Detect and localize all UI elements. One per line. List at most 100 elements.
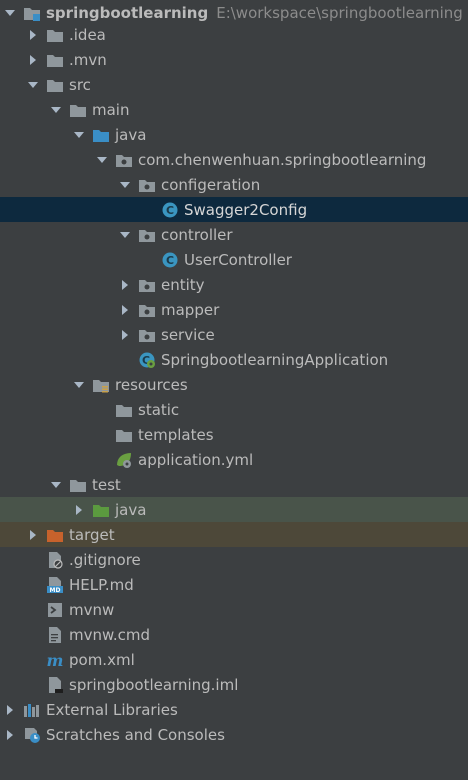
file-label: HELP.md — [69, 575, 134, 594]
tree-row-gitignore[interactable]: .gitignore — [0, 547, 468, 572]
tree-row-test[interactable]: test — [0, 472, 468, 497]
collapse-arrow-icon[interactable] — [2, 727, 18, 743]
collapse-arrow-icon[interactable] — [25, 52, 41, 68]
folder-label: src — [69, 75, 91, 94]
tree-row-static[interactable]: static — [0, 397, 468, 422]
expand-arrow-icon[interactable] — [48, 477, 64, 493]
folder-label: main — [92, 100, 130, 119]
tree-row-mvnw-cmd[interactable]: mvnw.cmd — [0, 622, 468, 647]
tree-row-target[interactable]: target — [0, 522, 468, 547]
scratches-icon — [23, 726, 41, 744]
expand-arrow-icon[interactable] — [48, 102, 64, 118]
project-tree: springbootlearning E:\workspace\springbo… — [0, 0, 468, 780]
tree-row-entity[interactable]: entity — [0, 272, 468, 297]
folder-label: .mvn — [69, 50, 107, 69]
resources-folder-icon — [92, 376, 110, 394]
folder-label: java — [115, 125, 147, 144]
folder-icon — [46, 51, 64, 69]
svg-text:C: C — [166, 204, 174, 217]
module-file-icon — [46, 676, 64, 694]
ignore-file-icon — [46, 551, 64, 569]
class-label: UserController — [184, 250, 292, 269]
class-label: Swagger2Config — [184, 200, 308, 219]
folder-label: target — [69, 525, 115, 544]
expand-arrow-icon[interactable] — [117, 227, 133, 243]
tree-row-idea[interactable]: .idea — [0, 22, 468, 47]
class-label: SpringbootlearningApplication — [161, 350, 389, 369]
class-icon: C — [161, 201, 179, 219]
collapse-arrow-icon[interactable] — [117, 302, 133, 318]
svg-text:m: m — [47, 651, 64, 669]
package-icon — [138, 276, 156, 294]
folder-label: resources — [115, 375, 188, 394]
folder-icon — [46, 26, 64, 44]
markdown-file-icon: MD — [46, 576, 64, 594]
folder-icon — [46, 76, 64, 94]
tree-row-usercontroller[interactable]: C UserController — [0, 247, 468, 272]
file-label: mvnw.cmd — [69, 625, 151, 644]
tree-row-templates[interactable]: templates — [0, 422, 468, 447]
libraries-icon — [23, 701, 41, 719]
tree-row-scratches[interactable]: Scratches and Consoles — [0, 722, 468, 747]
expand-arrow-icon[interactable] — [71, 127, 87, 143]
tree-row-application-yml[interactable]: application.yml — [0, 447, 468, 472]
folder-label: static — [138, 400, 180, 419]
expand-arrow-icon[interactable] — [94, 152, 110, 168]
text-file-icon — [46, 626, 64, 644]
tree-row-help-md[interactable]: MD HELP.md — [0, 572, 468, 597]
tree-row-swagger2config[interactable]: C Swagger2Config — [0, 197, 468, 222]
tree-row-main-java[interactable]: java — [0, 122, 468, 147]
expand-arrow-icon[interactable] — [2, 5, 18, 21]
test-source-folder-icon — [92, 501, 110, 519]
collapse-arrow-icon[interactable] — [25, 27, 41, 43]
tree-row-external-libraries[interactable]: External Libraries — [0, 697, 468, 722]
package-label: service — [161, 325, 215, 344]
folder-label: test — [92, 475, 121, 494]
tree-row-resources[interactable]: resources — [0, 372, 468, 397]
folder-label: templates — [138, 425, 214, 444]
package-icon — [138, 176, 156, 194]
tree-row-test-java[interactable]: java — [0, 497, 468, 522]
expand-arrow-icon[interactable] — [117, 177, 133, 193]
folder-label: .idea — [69, 25, 106, 44]
scratches-label: Scratches and Consoles — [46, 725, 225, 744]
class-icon: C — [161, 251, 179, 269]
file-label: springbootlearning.iml — [69, 675, 239, 694]
tree-row-application-class[interactable]: C SpringbootlearningApplication — [0, 347, 468, 372]
collapse-arrow-icon[interactable] — [25, 527, 41, 543]
folder-icon — [115, 401, 133, 419]
excluded-folder-icon — [46, 526, 64, 544]
tree-row-main[interactable]: main — [0, 97, 468, 122]
svg-text:C: C — [166, 254, 174, 267]
collapse-arrow-icon[interactable] — [117, 327, 133, 343]
tree-row-mapper[interactable]: mapper — [0, 297, 468, 322]
tree-row-pom-xml[interactable]: m pom.xml — [0, 647, 468, 672]
folder-icon — [69, 476, 87, 494]
package-label: entity — [161, 275, 205, 294]
tree-row-mvnw[interactable]: mvnw — [0, 597, 468, 622]
svg-text:MD: MD — [50, 587, 61, 594]
file-label: pom.xml — [69, 650, 135, 669]
tree-row-mvn[interactable]: .mvn — [0, 47, 468, 72]
external-libraries-label: External Libraries — [46, 700, 178, 719]
package-icon — [115, 151, 133, 169]
tree-row-controller[interactable]: controller — [0, 222, 468, 247]
spring-boot-class-icon: C — [138, 351, 156, 369]
package-icon — [138, 326, 156, 344]
tree-row-service[interactable]: service — [0, 322, 468, 347]
tree-row-configeration[interactable]: configeration — [0, 172, 468, 197]
package-icon — [138, 226, 156, 244]
expand-arrow-icon[interactable] — [71, 377, 87, 393]
tree-row-package[interactable]: com.chenwenhuan.springbootlearning — [0, 147, 468, 172]
expand-arrow-icon[interactable] — [25, 77, 41, 93]
file-label: .gitignore — [69, 550, 141, 569]
root-project-path: E:\workspace\springbootlearning — [216, 3, 463, 22]
tree-row-src[interactable]: src — [0, 72, 468, 97]
folder-label: java — [115, 500, 147, 519]
tree-row-iml[interactable]: springbootlearning.iml — [0, 672, 468, 697]
collapse-arrow-icon[interactable] — [117, 277, 133, 293]
source-folder-icon — [92, 126, 110, 144]
collapse-arrow-icon[interactable] — [71, 502, 87, 518]
file-label: mvnw — [69, 600, 115, 619]
collapse-arrow-icon[interactable] — [2, 702, 18, 718]
